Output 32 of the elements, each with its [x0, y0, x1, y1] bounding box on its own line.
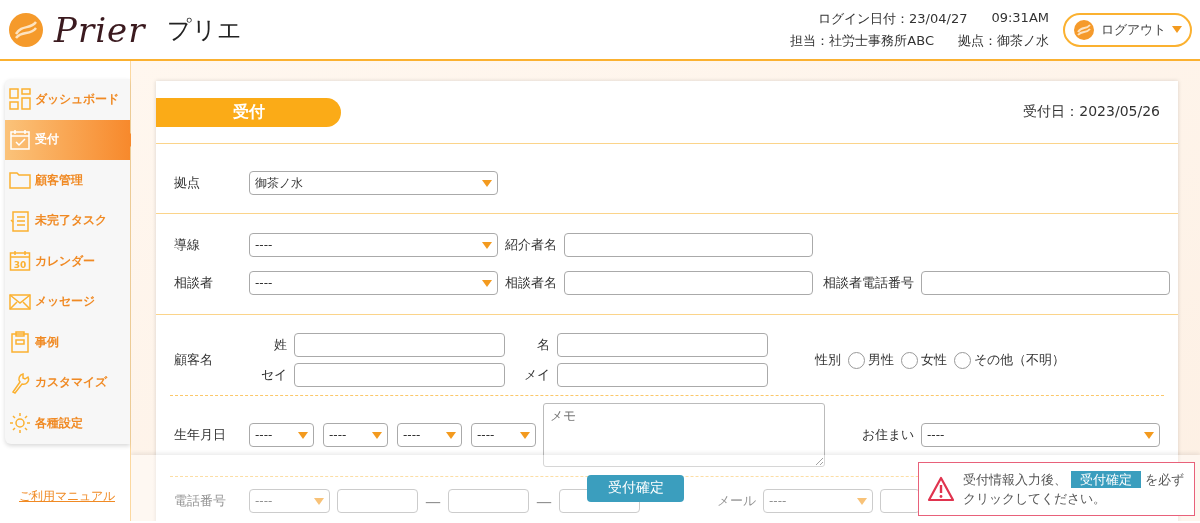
- field-label: 生年月日: [174, 426, 227, 444]
- field-label: 相談者: [174, 274, 214, 292]
- reception-date: 受付日：2023/05/26: [1023, 103, 1160, 121]
- logo-text: Prier: [54, 9, 146, 50]
- app-name: プリエ: [167, 14, 243, 46]
- inline-button-label: 受付確定: [1071, 470, 1141, 488]
- radio-label: 男性: [868, 351, 894, 369]
- field-label: 相談者電話番号: [823, 274, 914, 292]
- field-label: お住まい: [862, 426, 914, 444]
- separator: —: [536, 491, 552, 511]
- field-label: 名: [536, 336, 550, 354]
- field-label: 電話番号: [174, 492, 227, 510]
- login-date: ログイン日付：23/04/27: [818, 9, 968, 28]
- field-label: 性別: [815, 351, 841, 369]
- field-label: 紹介者名: [505, 236, 557, 254]
- field-label: セイ: [260, 366, 287, 384]
- calendar-icon: 30: [9, 250, 31, 273]
- field-label: 姓: [273, 336, 287, 354]
- field-label: 拠点: [174, 174, 201, 192]
- radio-label: その他（不明）: [974, 351, 1065, 369]
- field-label: 導線: [174, 236, 201, 254]
- staff-name: 担当：社労士事務所ABC: [790, 31, 934, 50]
- radio-label: 女性: [921, 351, 947, 369]
- branch-name: 拠点：御茶ノ水: [958, 31, 1049, 50]
- separator: —: [425, 491, 441, 511]
- field-label: 相談者名: [505, 274, 557, 292]
- page-title: 受付: [156, 97, 341, 127]
- field-label: メール: [717, 492, 756, 510]
- field-label: メイ: [523, 366, 550, 384]
- field-label: 顧客名: [174, 351, 214, 369]
- notice-text: 受付情報入力後、 受付確定 を必ずクリックしてください。: [963, 469, 1185, 508]
- login-time: 09:31AM: [991, 9, 1049, 27]
